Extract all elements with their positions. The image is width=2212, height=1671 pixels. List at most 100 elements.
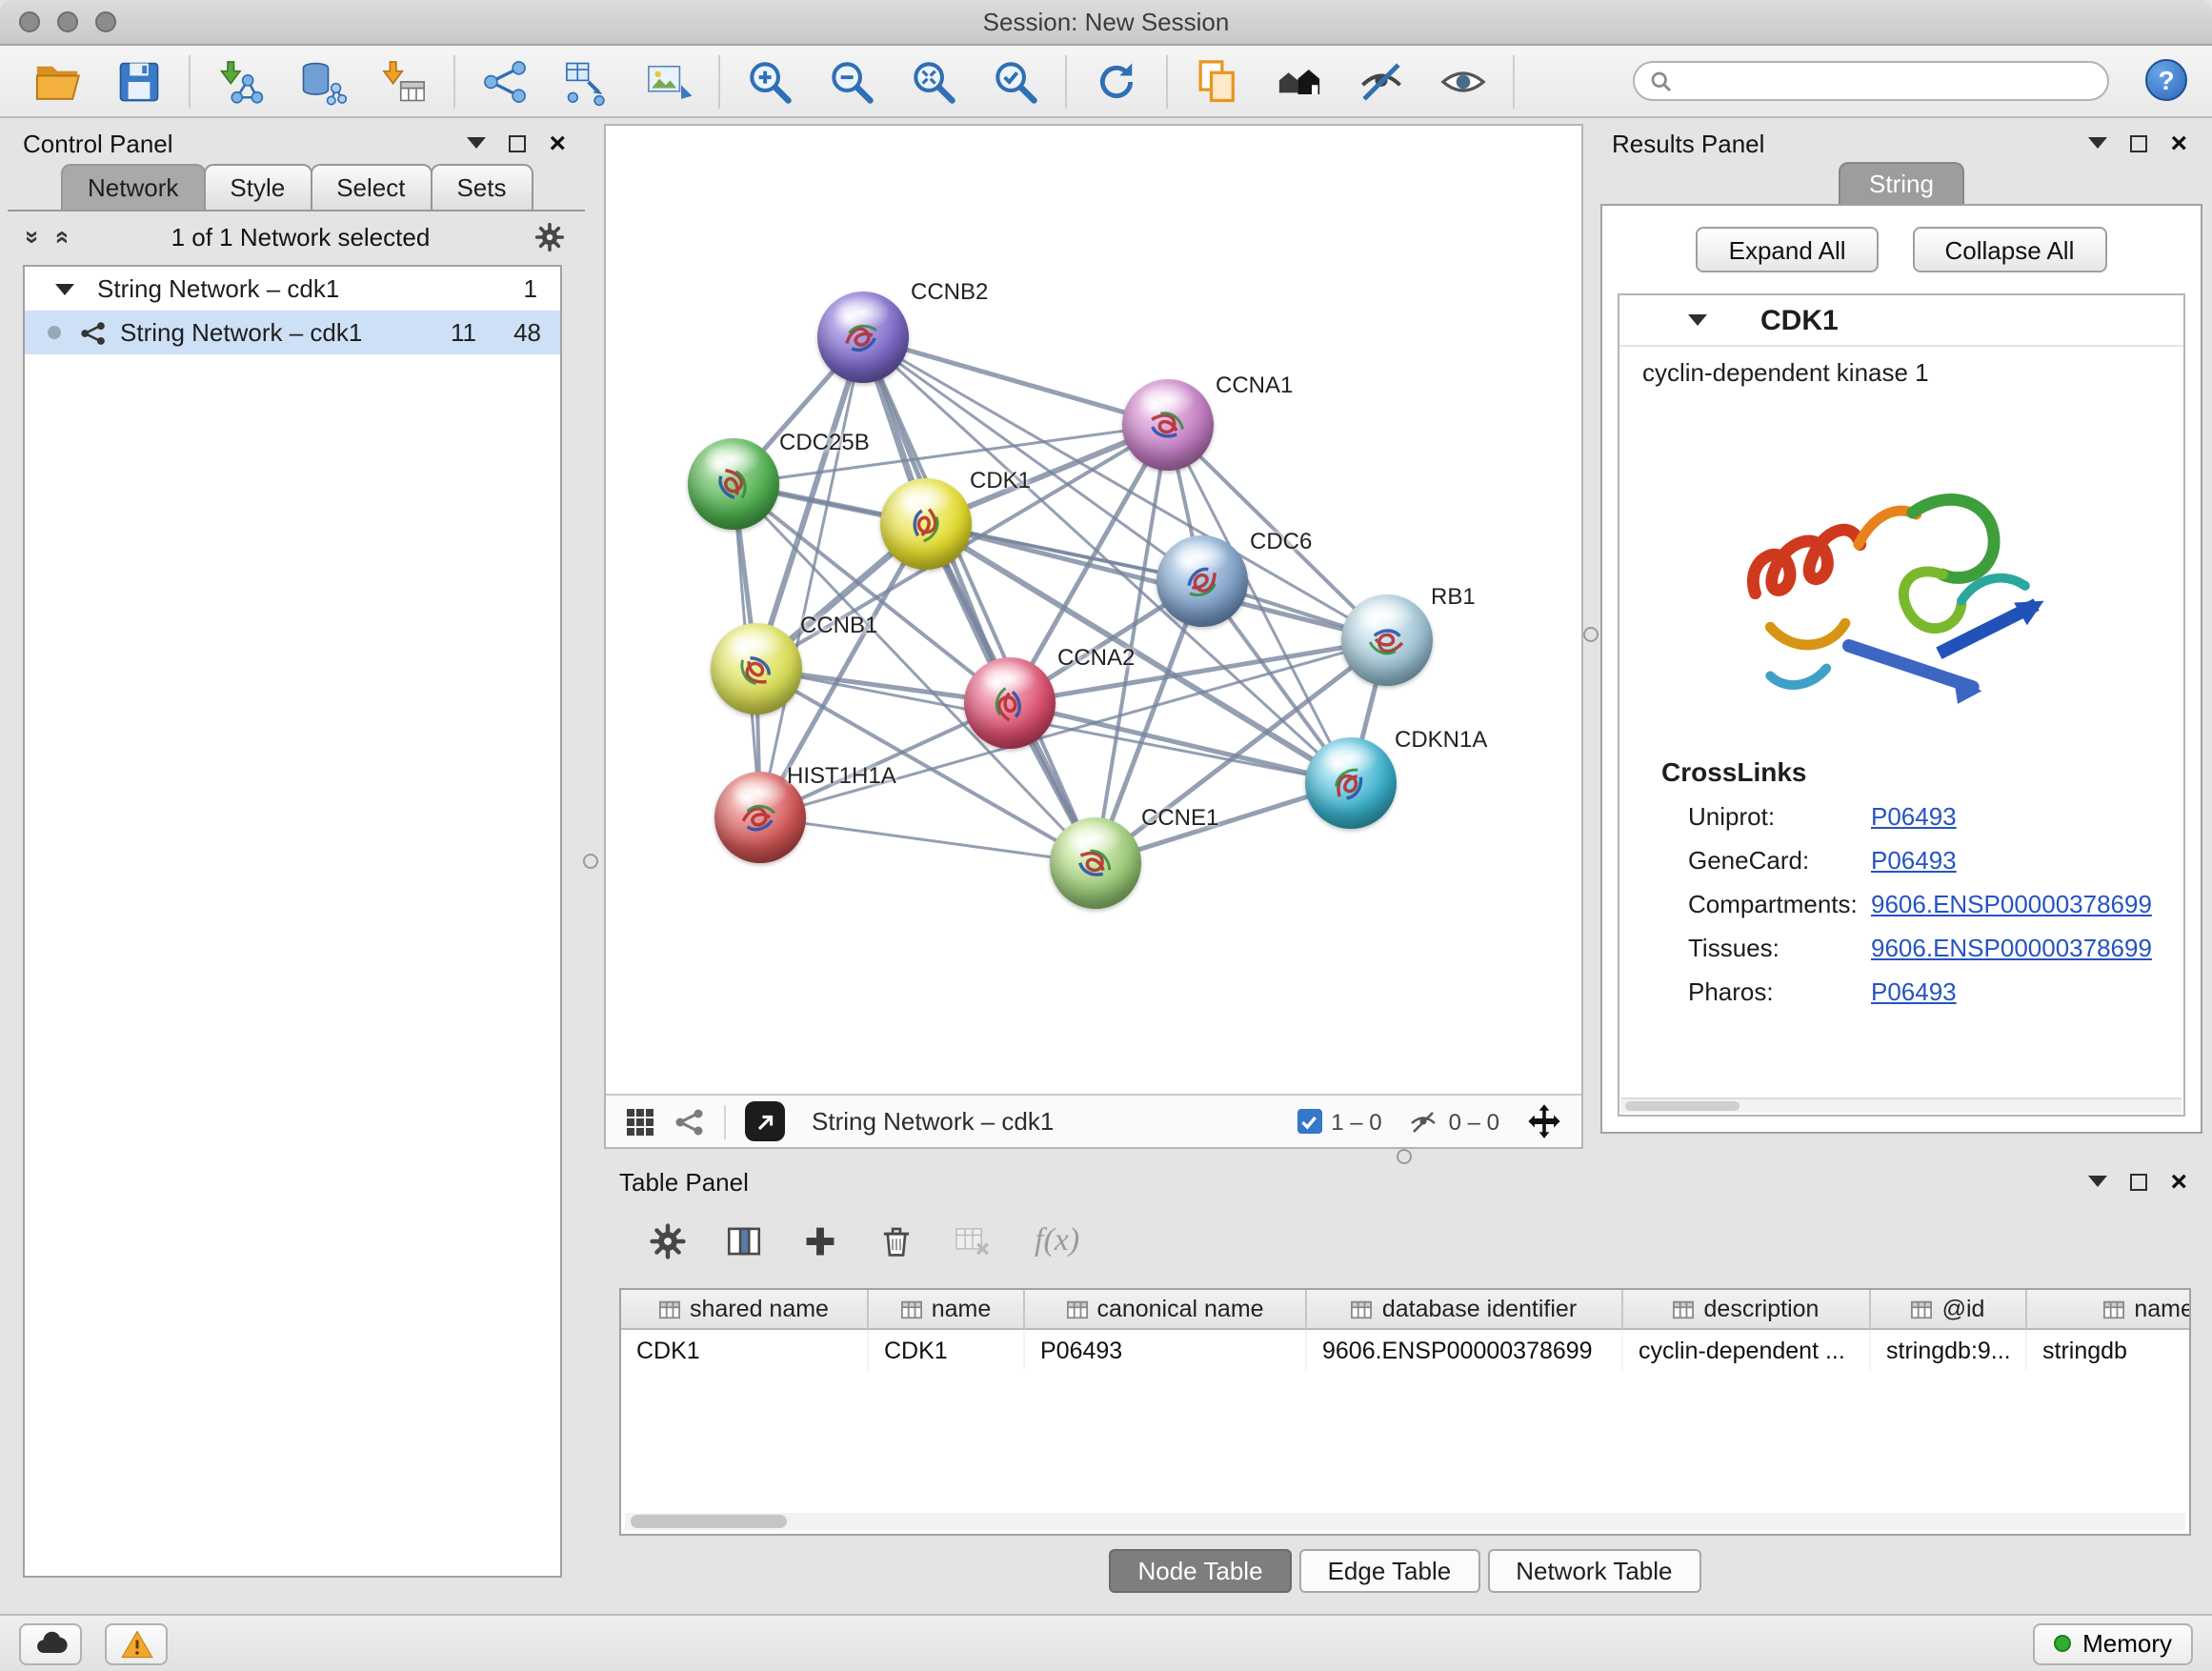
redraw-graph-icon[interactable] xyxy=(1090,54,1143,108)
table-settings-gear-icon[interactable] xyxy=(646,1218,690,1262)
left-splitter-handle[interactable] xyxy=(583,854,598,869)
zoom-out-icon[interactable] xyxy=(825,54,878,108)
column-header-namespace[interactable]: namespace xyxy=(2027,1290,2191,1330)
panel-close-icon[interactable]: × xyxy=(2170,129,2187,157)
open-session-icon[interactable] xyxy=(30,54,84,108)
collapse-all-button[interactable]: Collapse All xyxy=(1913,227,2107,272)
hidden-eye-slash-icon[interactable] xyxy=(1409,1106,1439,1137)
memory-button[interactable]: Memory xyxy=(2033,1622,2193,1664)
tab-edge-table[interactable]: Edge Table xyxy=(1299,1549,1480,1593)
help-button[interactable]: ? xyxy=(2145,59,2187,101)
bottom-splitter-handle[interactable] xyxy=(1397,1149,1412,1164)
column-header-shared-name[interactable]: shared name xyxy=(621,1290,869,1330)
network-options-gear-icon[interactable] xyxy=(533,220,566,252)
network-node-CCNB1[interactable] xyxy=(711,623,802,715)
grid-view-icon[interactable] xyxy=(625,1106,655,1137)
add-column-icon[interactable] xyxy=(798,1218,842,1262)
table-horizontal-scrollbar[interactable] xyxy=(625,1513,2185,1530)
column-header-description[interactable]: description xyxy=(1623,1290,1871,1330)
home-icon[interactable] xyxy=(1273,54,1326,108)
panel-float-icon[interactable] xyxy=(2130,134,2147,151)
tab-sets[interactable]: Sets xyxy=(430,164,533,210)
import-network-file-icon[interactable] xyxy=(213,54,267,108)
eye-icon[interactable] xyxy=(1437,54,1490,108)
protein-card-header[interactable]: CDK1 xyxy=(1619,295,2183,347)
expand-all-networks-icon[interactable]: » xyxy=(47,230,75,243)
zoom-in-icon[interactable] xyxy=(743,54,796,108)
collapse-section-icon[interactable] xyxy=(1688,314,1707,326)
cell-shared-name[interactable]: CDK1 xyxy=(621,1330,869,1370)
network-overview-icon[interactable] xyxy=(674,1106,705,1137)
network-node-CCNE1[interactable] xyxy=(1050,817,1141,909)
share-network-icon[interactable] xyxy=(478,54,532,108)
expand-all-button[interactable]: Expand All xyxy=(1697,227,1879,272)
crosslink-pharos-link[interactable]: P06493 xyxy=(1871,970,1957,1014)
warning-status-button[interactable] xyxy=(105,1622,168,1664)
panel-menu-icon[interactable] xyxy=(467,137,486,149)
import-network-database-icon[interactable] xyxy=(295,54,349,108)
network-node-CDKN1A[interactable] xyxy=(1305,737,1397,829)
table-row[interactable]: CDK1 CDK1 P06493 9606.ENSP00000378699 cy… xyxy=(621,1330,2191,1370)
crosslink-uniprot-link[interactable]: P06493 xyxy=(1871,795,1957,838)
tab-string[interactable]: String xyxy=(1839,162,1964,204)
cell-id[interactable]: stringdb:9... xyxy=(1871,1330,2027,1370)
cell-description[interactable]: cyclin-dependent ... xyxy=(1623,1330,1871,1370)
documents-icon[interactable] xyxy=(1191,54,1244,108)
import-table-icon[interactable] xyxy=(377,54,431,108)
column-header-database-identifier[interactable]: database identifier xyxy=(1307,1290,1623,1330)
selected-checkbox-icon[interactable] xyxy=(1297,1109,1321,1134)
crosslink-genecard-link[interactable]: P06493 xyxy=(1871,838,1957,882)
toolbar-search-box[interactable] xyxy=(1633,61,2109,101)
tab-select[interactable]: Select xyxy=(310,164,432,210)
show-columns-icon[interactable] xyxy=(722,1218,766,1262)
pan-move-icon[interactable] xyxy=(1526,1103,1562,1139)
crosslink-tissues-link[interactable]: 9606.ENSP00000378699 xyxy=(1871,926,2152,970)
zoom-window-button[interactable] xyxy=(95,11,116,32)
tab-network[interactable]: Network xyxy=(61,164,205,210)
zoom-selected-icon[interactable] xyxy=(989,54,1042,108)
detach-view-button[interactable] xyxy=(745,1101,785,1141)
tab-network-table[interactable]: Network Table xyxy=(1487,1549,1700,1593)
close-window-button[interactable] xyxy=(19,11,40,32)
network-node-label-CCNB2: CCNB2 xyxy=(911,278,988,305)
cell-name[interactable]: CDK1 xyxy=(869,1330,1025,1370)
network-collection-row[interactable]: String Network – cdk1 1 xyxy=(25,267,560,311)
panel-menu-icon[interactable] xyxy=(2088,137,2107,149)
search-input[interactable] xyxy=(1682,68,2092,94)
crosslink-compartments-link[interactable]: 9606.ENSP00000378699 xyxy=(1871,882,2152,926)
eye-slash-icon[interactable] xyxy=(1355,54,1408,108)
network-node-CDC25B[interactable] xyxy=(688,438,779,530)
panel-close-icon[interactable]: × xyxy=(2170,1167,2187,1196)
cell-namespace[interactable]: stringdb xyxy=(2027,1330,2191,1370)
network-node-CDK1[interactable] xyxy=(880,478,972,570)
tab-style[interactable]: Style xyxy=(203,164,312,210)
cloud-status-button[interactable] xyxy=(19,1622,82,1664)
save-session-icon[interactable] xyxy=(112,54,166,108)
column-header-id[interactable]: @id xyxy=(1871,1290,2027,1330)
network-node-CDC6[interactable] xyxy=(1156,535,1248,627)
panel-close-icon[interactable]: × xyxy=(549,129,566,157)
column-header-name[interactable]: name xyxy=(869,1290,1025,1330)
network-node-CCNA2[interactable] xyxy=(964,657,1056,749)
network-node-RB1[interactable] xyxy=(1341,594,1433,686)
column-header-canonical-name[interactable]: canonical name xyxy=(1025,1290,1307,1330)
tab-node-table[interactable]: Node Table xyxy=(1109,1549,1291,1593)
panel-float-icon[interactable] xyxy=(509,134,526,151)
panel-menu-icon[interactable] xyxy=(2088,1176,2107,1187)
panel-float-icon[interactable] xyxy=(2130,1173,2147,1190)
minimize-window-button[interactable] xyxy=(57,11,78,32)
network-canvas[interactable]: CCNB2CCNA1CDC25BCDK1CDC6RB1CCNB1CCNA2CDK… xyxy=(606,126,1581,1094)
collapse-all-networks-icon[interactable]: » xyxy=(19,230,48,243)
export-image-icon[interactable] xyxy=(642,54,695,108)
cell-canonical-name[interactable]: P06493 xyxy=(1025,1330,1307,1370)
tree-expand-icon[interactable] xyxy=(55,283,74,294)
network-node-CCNB2[interactable] xyxy=(817,292,909,383)
network-node-CCNA1[interactable] xyxy=(1122,379,1214,471)
right-splitter-handle[interactable] xyxy=(1583,627,1599,642)
delete-column-trash-icon[interactable] xyxy=(875,1218,918,1262)
zoom-fit-icon[interactable] xyxy=(907,54,960,108)
results-horizontal-scrollbar[interactable] xyxy=(1621,1097,2182,1113)
cell-database-identifier[interactable]: 9606.ENSP00000378699 xyxy=(1307,1330,1623,1370)
network-row-selected[interactable]: String Network – cdk1 11 48 xyxy=(25,311,560,354)
network-from-table-icon[interactable] xyxy=(560,54,613,108)
